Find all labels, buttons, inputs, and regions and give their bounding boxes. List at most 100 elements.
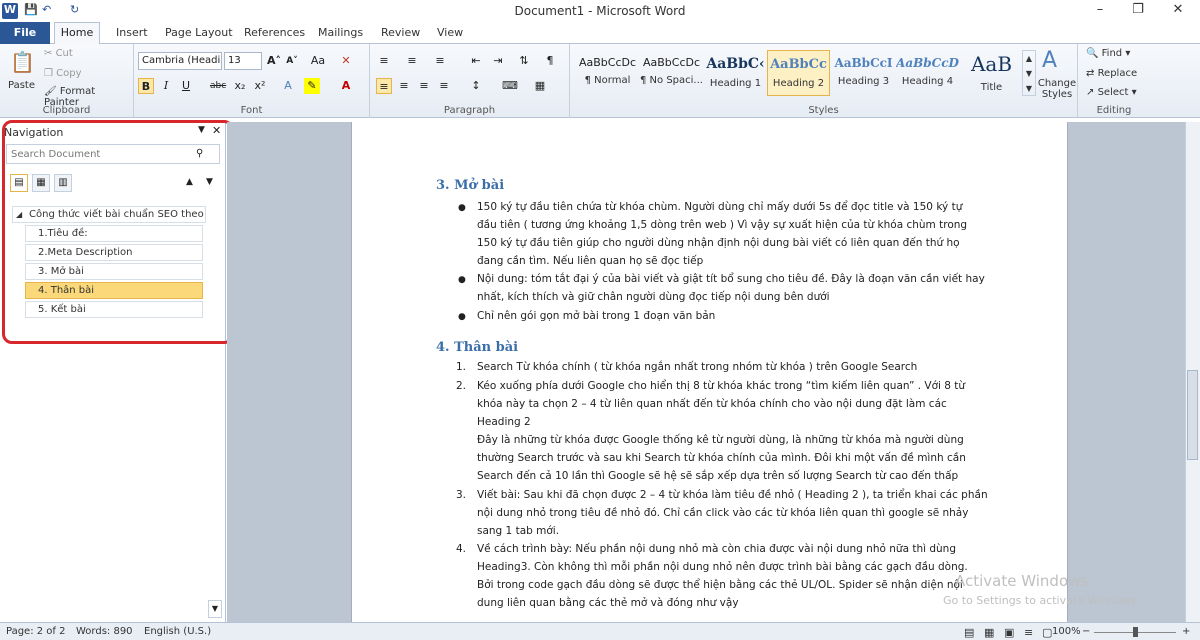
- draft-icon[interactable]: ▢: [1042, 626, 1052, 639]
- font-size-combo[interactable]: 13: [224, 52, 262, 70]
- replace-button[interactable]: ⇄ Replace: [1086, 68, 1137, 79]
- cut-button[interactable]: ✂ Cut: [44, 48, 73, 59]
- text-line: Đây là những từ khóa được Google thống k…: [477, 434, 964, 446]
- text-effects-icon[interactable]: A: [280, 78, 296, 94]
- highlight-icon[interactable]: ✎: [304, 78, 320, 94]
- scrollbar-thumb[interactable]: [1187, 370, 1198, 460]
- tab-mailings[interactable]: Mailings: [318, 26, 363, 39]
- tab-home[interactable]: Home: [54, 22, 100, 45]
- editing-label: Editing: [1096, 105, 1132, 116]
- tab-page-layout[interactable]: Page Layout: [165, 26, 233, 39]
- change-styles-button[interactable]: Change Styles: [1036, 78, 1078, 100]
- clipboard-group: 📋 Paste ✂ Cut ❐ Copy 🖌 Format Painter Cl…: [0, 44, 134, 118]
- bullets-icon[interactable]: ≡: [376, 53, 392, 69]
- text-line: đang cần tìm. Nếu liên quan họ sẽ đọc ti…: [477, 255, 704, 267]
- ribbon-tabs: File Home Insert Page Layout References …: [0, 22, 1200, 45]
- page-count[interactable]: Page: 2 of 2: [6, 626, 65, 637]
- italic-icon[interactable]: I: [158, 78, 174, 94]
- tab-view[interactable]: View: [437, 26, 463, 39]
- sort-icon[interactable]: ⇅: [516, 53, 532, 69]
- justify-icon[interactable]: ≡: [436, 78, 452, 94]
- paragraph-label: Paragraph: [443, 105, 496, 116]
- style-heading-2[interactable]: AaBbCc Heading 2: [767, 50, 830, 96]
- clear-format-icon[interactable]: ✕: [338, 53, 354, 69]
- shading-icon[interactable]: ⌨: [502, 78, 518, 94]
- superscript-icon[interactable]: x²: [252, 78, 268, 94]
- grow-font-icon[interactable]: A˄: [266, 53, 282, 69]
- full-screen-icon[interactable]: ▦: [984, 626, 994, 639]
- change-case-icon[interactable]: Aa: [310, 53, 326, 69]
- tab-references[interactable]: References: [244, 26, 305, 39]
- find-button[interactable]: 🔍 Find ▾: [1086, 48, 1130, 59]
- text-line: Chỉ nên gói gọn mở bài trong 1 đoạn văn …: [477, 310, 716, 322]
- shrink-font-icon[interactable]: A˅: [284, 53, 300, 69]
- increase-indent-icon[interactable]: ⇥: [490, 53, 506, 69]
- paste-icon[interactable]: 📋: [10, 50, 35, 74]
- strikethrough-icon[interactable]: abc: [210, 78, 226, 94]
- text-line: thường Search trước và sau khi Search từ…: [477, 452, 966, 464]
- bullet-icon: ●: [458, 275, 466, 285]
- zoom-slider-handle[interactable]: [1133, 627, 1138, 637]
- styles-scroll-icon[interactable]: ▲ ▼ ▼: [1022, 50, 1036, 96]
- style-heading-4[interactable]: AaBbCcD Heading 4: [896, 50, 959, 96]
- print-layout-icon[interactable]: ▤: [964, 626, 974, 639]
- bullet-icon: ●: [458, 203, 466, 213]
- style-no-spacing[interactable]: AaBbCcDc ¶ No Spaci...: [640, 50, 703, 96]
- multilevel-list-icon[interactable]: ≡: [432, 53, 448, 69]
- font-name-combo[interactable]: Cambria (Headi: [138, 52, 222, 70]
- show-marks-icon[interactable]: ¶: [542, 53, 558, 69]
- copy-button[interactable]: ❐ Copy: [44, 68, 82, 79]
- align-right-icon[interactable]: ≡: [416, 78, 432, 94]
- tab-file[interactable]: File: [0, 22, 50, 44]
- align-center-icon[interactable]: ≡: [396, 78, 412, 94]
- line-spacing-icon[interactable]: ↕: [468, 78, 484, 94]
- text-line: Heading 2: [477, 416, 531, 428]
- text-line: 150 ký tự đầu tiên giúp cho người dùng n…: [477, 237, 960, 249]
- align-left-icon[interactable]: ≡: [376, 78, 392, 94]
- tab-insert[interactable]: Insert: [116, 26, 148, 39]
- maximize-icon[interactable]: ❐: [1118, 2, 1158, 20]
- title-bar: W 💾 ↶ ↻ Document1 - Microsoft Word – ❐ ✕: [0, 0, 1200, 22]
- font-label: Font: [240, 105, 263, 116]
- styles-group: AaBbCcDc ¶ Normal AaBbCcDc ¶ No Spaci... A…: [570, 44, 1078, 118]
- close-icon[interactable]: ✕: [1158, 2, 1198, 20]
- font-color-icon[interactable]: A: [338, 78, 354, 94]
- subscript-icon[interactable]: x₂: [232, 78, 248, 94]
- list-number: 3.: [456, 489, 467, 501]
- paragraph-group: ≡ ≡ ≡ ⇤ ⇥ ⇅ ¶ ≡ ≡ ≡ ≡ ↕ ⌨ ▦ Paragraph: [370, 44, 570, 118]
- paste-button[interactable]: Paste: [8, 80, 35, 91]
- document-page[interactable]: 3. Mở bài ● 150 ký tự đầu tiên chứa từ k…: [351, 122, 1068, 622]
- underline-icon[interactable]: U: [178, 78, 194, 94]
- decrease-indent-icon[interactable]: ⇤: [468, 53, 484, 69]
- change-styles-icon[interactable]: A: [1042, 48, 1057, 73]
- style-heading-1[interactable]: AaBbC‹ Heading 1: [704, 50, 767, 96]
- zoom-out-icon[interactable]: −: [1082, 626, 1090, 637]
- bold-icon[interactable]: B: [138, 78, 154, 94]
- word-count[interactable]: Words: 890: [76, 626, 133, 637]
- text-line: Về cách trình bày: Nếu phần nội dung nhỏ…: [477, 543, 957, 555]
- borders-icon[interactable]: ▦: [532, 78, 548, 94]
- tab-review[interactable]: Review: [381, 26, 420, 39]
- list-number: 1.: [456, 361, 467, 373]
- style-heading-3[interactable]: AaBbCcI Heading 3: [832, 50, 895, 96]
- text-line: Search Từ khóa chính ( từ khóa ngắn nhất…: [477, 361, 918, 373]
- text-line: Search đến cả 10 lần thì Google sẽ hệ sẽ…: [477, 470, 959, 482]
- text-line: nội dung nhỏ trong tiêu đề nhỏ đó. Chỉ c…: [477, 507, 969, 519]
- text-line: dung liên quan bằng các thẻ mở và đóng n…: [477, 597, 739, 609]
- zoom-level[interactable]: 100%: [1052, 626, 1081, 637]
- font-group: Cambria (Headi 13 A˄ A˅ Aa ✕ B I U abc x…: [134, 44, 370, 118]
- text-line: sang 1 tab mới.: [477, 525, 560, 537]
- numbering-icon[interactable]: ≡: [404, 53, 420, 69]
- web-layout-icon[interactable]: ▣: [1004, 626, 1014, 639]
- style-title[interactable]: AaB Title: [960, 50, 1023, 96]
- nav-scroll-down-icon[interactable]: ▼: [208, 600, 222, 618]
- outline-icon[interactable]: ≡: [1024, 626, 1033, 639]
- language-indicator[interactable]: English (U.S.): [144, 626, 211, 637]
- zoom-in-icon[interactable]: +: [1182, 626, 1190, 637]
- minimize-icon[interactable]: –: [1080, 2, 1120, 20]
- style-normal[interactable]: AaBbCcDc ¶ Normal: [576, 50, 639, 96]
- editing-group: 🔍 Find ▾ ⇄ Replace ↗ Select ▾ Editing: [1078, 44, 1150, 118]
- activation-watermark-subtitle: Go to Settings to activate Windows.: [943, 594, 1141, 607]
- select-button[interactable]: ↗ Select ▾: [1086, 87, 1137, 98]
- activation-watermark-title: Activate Windows: [955, 572, 1089, 590]
